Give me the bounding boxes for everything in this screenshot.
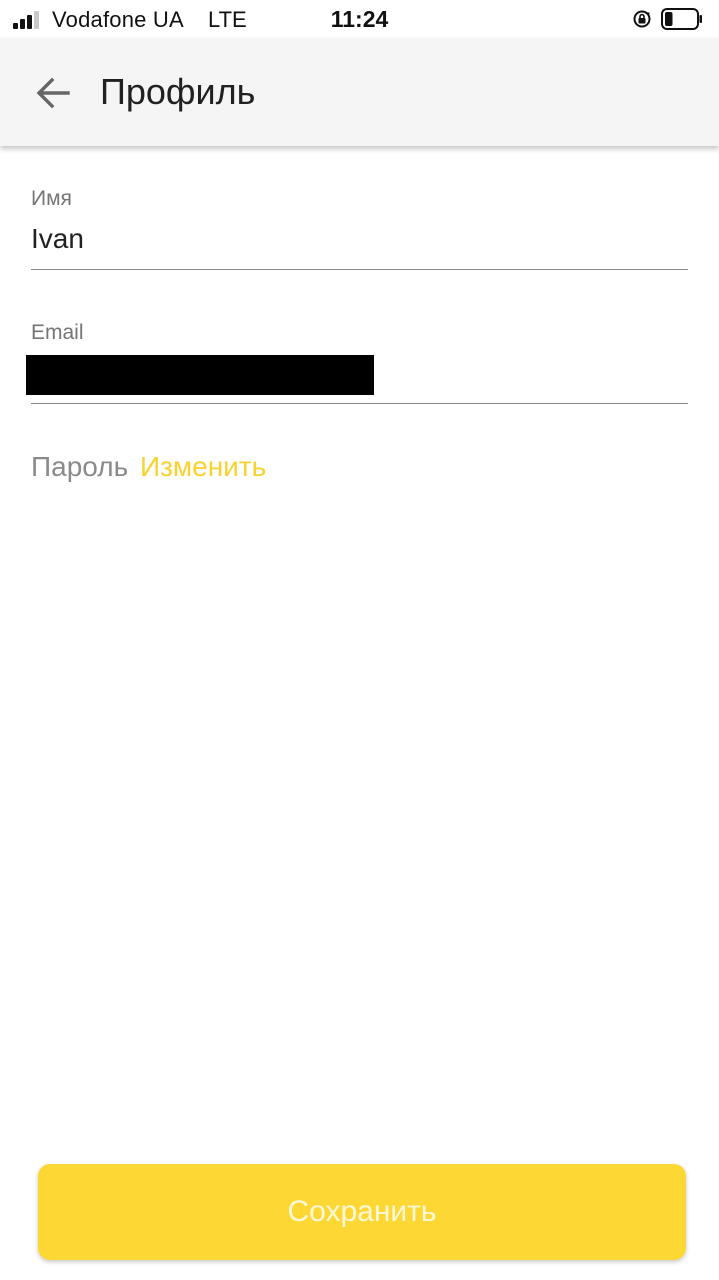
- email-underline: [31, 403, 688, 404]
- name-field[interactable]: Имя: [31, 187, 688, 271]
- status-time: 11:24: [330, 6, 389, 32]
- page-title: Профиль: [100, 71, 256, 112]
- email-redaction: [26, 355, 374, 395]
- battery-icon: [661, 8, 702, 30]
- status-bar: Vodafone UA LTE 11:24: [0, 0, 719, 38]
- name-underline: [31, 269, 688, 270]
- change-password-link[interactable]: Изменить: [140, 451, 266, 482]
- email-label: Email: [31, 321, 84, 344]
- password-row: Пароль Изменить: [31, 451, 266, 483]
- arrow-left-icon: [36, 77, 70, 109]
- password-label: Пароль: [31, 451, 129, 482]
- save-button[interactable]: Сохранить: [38, 1164, 686, 1260]
- app-bar: Профиль: [0, 38, 719, 146]
- name-label: Имя: [31, 187, 72, 210]
- name-input[interactable]: [31, 223, 688, 255]
- rotation-lock-icon: [633, 10, 651, 28]
- back-button[interactable]: [26, 66, 80, 120]
